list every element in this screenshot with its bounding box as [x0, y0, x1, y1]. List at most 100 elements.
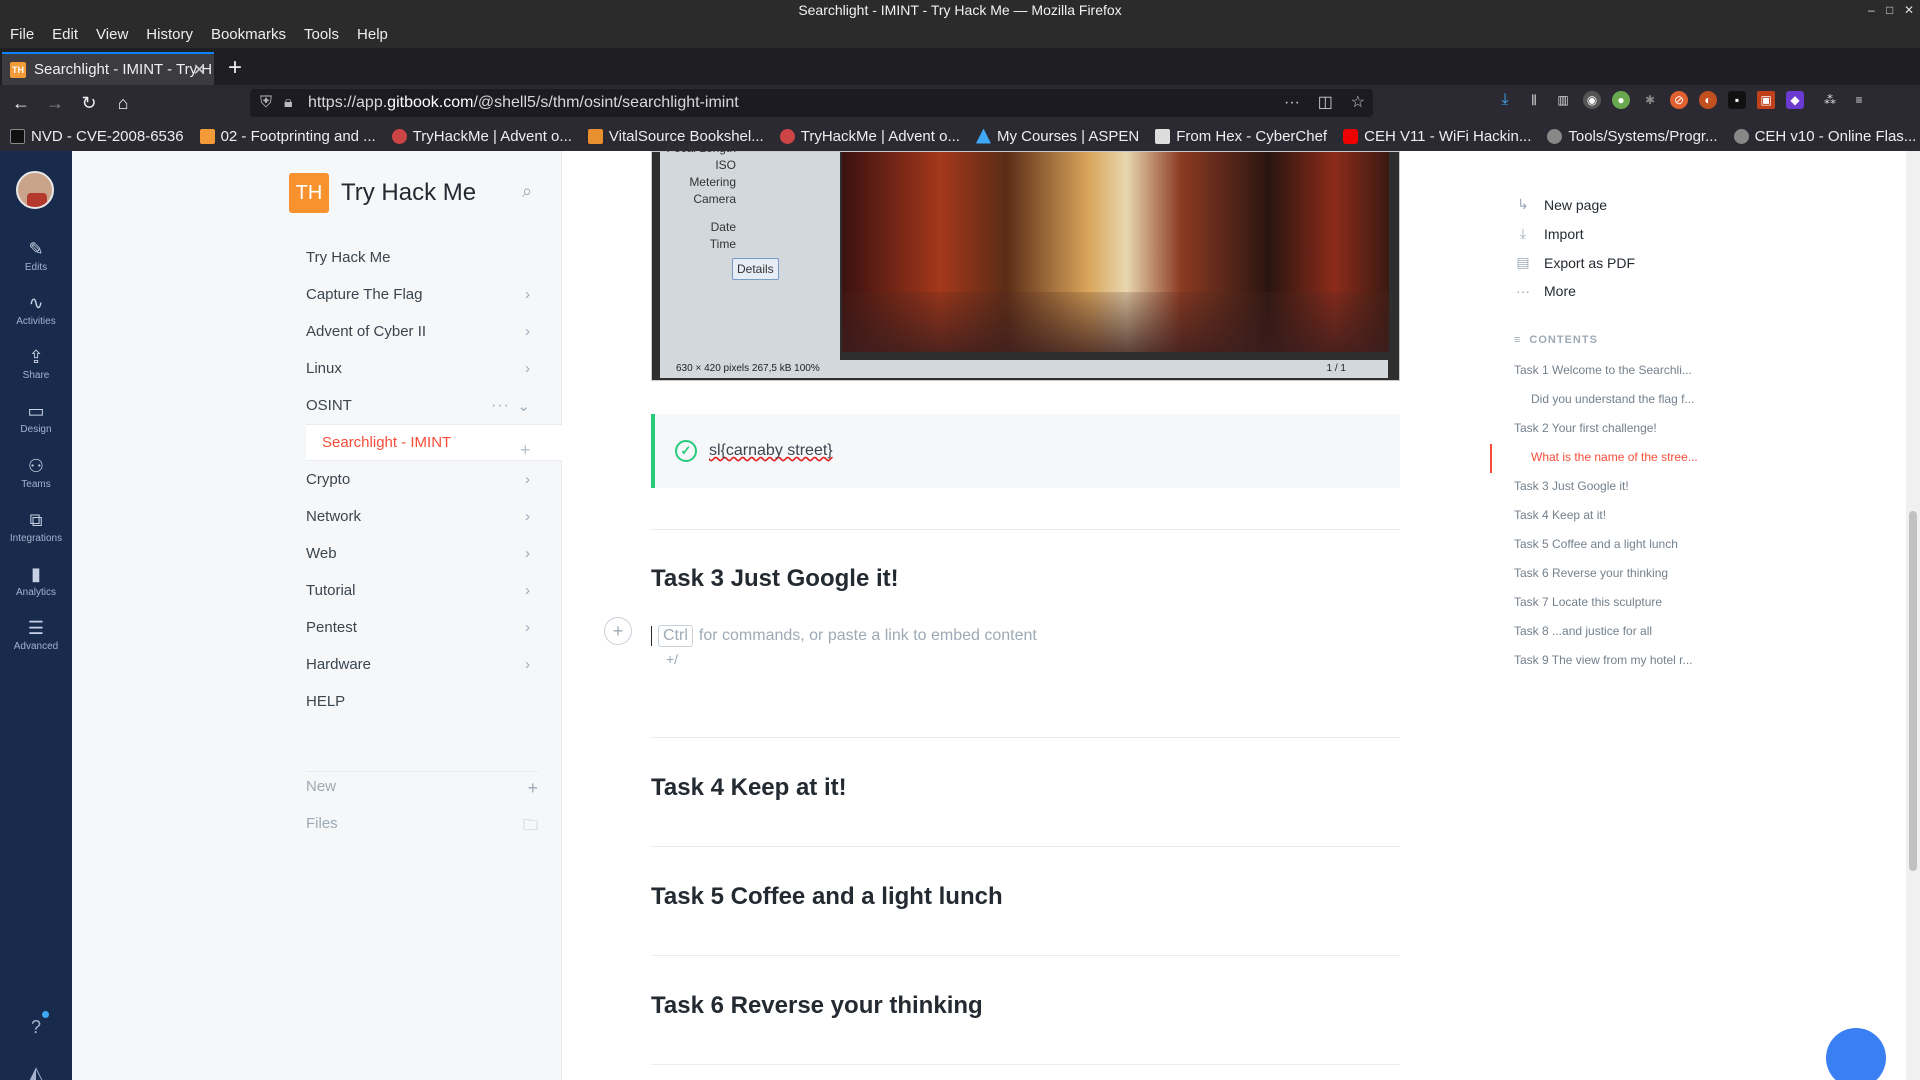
rail-design[interactable]: ▭ Design [0, 401, 72, 435]
scrollbar-thumb[interactable] [1909, 511, 1917, 871]
new-page-button[interactable]: New + [306, 778, 538, 798]
import-action[interactable]: ⤓ Import [1514, 225, 1584, 242]
new-tab-icon[interactable]: + [228, 54, 242, 82]
browser-tab[interactable]: TH Searchlight - IMINT - Try H ✕ [2, 52, 214, 85]
extension-orange-icon[interactable]: ⊘ [1670, 91, 1688, 109]
account-icon[interactable]: ◉ [1583, 91, 1601, 109]
library-icon[interactable]: ⫼ [1525, 91, 1543, 109]
menu-file[interactable]: File [10, 26, 34, 43]
hint-block[interactable]: ✓ sl{carnaby street} [651, 414, 1400, 488]
chevron-down-icon[interactable]: ⌄ [517, 397, 530, 415]
pocket-icon[interactable]: ◫ [1318, 94, 1333, 111]
nav-item-try-hack-me[interactable]: Try Hack Me [306, 239, 562, 276]
shield-icon[interactable]: ⛨ [260, 89, 272, 117]
toc-item[interactable]: Task 8 ...and justice for all [1514, 624, 1652, 638]
toc-item[interactable]: Task 3 Just Google it! [1514, 479, 1629, 493]
sidebar-icon[interactable]: ▥ [1554, 91, 1572, 109]
empty-block-editor[interactable]: Ctrl for commands, or paste a link to em… [651, 625, 1037, 647]
nav-item-osint[interactable]: OSINT ··· ⌄ [306, 387, 562, 424]
extension-green-icon[interactable]: ● [1612, 91, 1630, 109]
close-window-icon[interactable]: ✕ [1904, 0, 1914, 21]
lock-icon[interactable]: 🔒︎ [284, 89, 293, 117]
details-button[interactable]: Details [732, 258, 779, 280]
rail-analytics[interactable]: ▮ Analytics [0, 564, 72, 598]
heading-task6[interactable]: Task 6 Reverse your thinking [651, 992, 983, 1020]
nav-item-hardware[interactable]: Hardware › [306, 646, 562, 683]
bookmark-item[interactable]: CEH v10 - Online Flas... [1733, 128, 1916, 145]
toc-item[interactable]: Task 9 The view from my hotel r... [1514, 653, 1693, 667]
chevron-right-icon[interactable]: › [525, 582, 530, 599]
bookmark-item[interactable]: My Courses | ASPEN [975, 128, 1139, 145]
page-scrollbar[interactable] [1906, 151, 1920, 1080]
files-button[interactable]: Files 🗀︎ [306, 815, 538, 834]
menu-bookmarks[interactable]: Bookmarks [211, 26, 286, 43]
menu-history[interactable]: History [146, 26, 193, 43]
toc-item[interactable]: Task 7 Locate this sculpture [1514, 595, 1662, 609]
extension-purple-icon[interactable]: ◆ [1786, 91, 1804, 109]
rail-integrations[interactable]: ⧉ Integrations [0, 510, 72, 544]
bookmark-item[interactable]: From Hex - CyberChef [1155, 128, 1327, 145]
nav-item-crypto[interactable]: Crypto › [306, 461, 562, 498]
rail-activities[interactable]: ∿ Activities [0, 293, 72, 327]
heading-task5[interactable]: Task 5 Coffee and a light lunch [651, 883, 1003, 911]
chevron-right-icon[interactable]: › [525, 545, 530, 562]
add-subpage-icon[interactable]: + [520, 440, 531, 461]
export-pdf-action[interactable]: ▤ Export as PDF [1514, 254, 1635, 271]
bookmark-item[interactable]: NVD - CVE-2008-6536 [10, 128, 184, 145]
nav-item-advent-of-cyber[interactable]: Advent of Cyber II › [306, 313, 562, 350]
nav-item-web[interactable]: Web › [306, 535, 562, 572]
bookmark-star-icon[interactable]: ☆ [1351, 94, 1365, 111]
bookmark-item[interactable]: TryHackMe | Advent o... [391, 128, 572, 145]
extension-cookie-icon[interactable]: ◐ [1699, 91, 1717, 109]
toc-item[interactable]: Task 4 Keep at it! [1514, 508, 1606, 522]
menu-help[interactable]: Help [357, 26, 388, 43]
extension-puzzle-icon[interactable]: ✱ [1641, 91, 1659, 109]
back-icon[interactable]: ← [6, 93, 36, 114]
bookmark-item[interactable]: CEH V11 - WiFi Hackin... [1343, 128, 1531, 145]
downloads-icon[interactable]: ⤓ [1496, 91, 1514, 109]
bookmark-item[interactable]: TryHackMe | Advent o... [779, 128, 960, 145]
nav-item-help[interactable]: HELP [306, 683, 562, 720]
nav-item-network[interactable]: Network › [306, 498, 562, 535]
url-bar[interactable]: ⛨ 🔒︎ https://app.gitbook.com/@shell5/s/t… [250, 89, 1373, 117]
toc-item[interactable]: Task 2 Your first challenge! [1514, 421, 1657, 435]
toc-item[interactable]: Task 5 Coffee and a light lunch [1514, 537, 1678, 551]
toc-item[interactable]: Task 1 Welcome to the Searchli... [1514, 363, 1692, 377]
reload-icon[interactable]: ↻ [74, 93, 104, 114]
collapse-icon[interactable]: ◭ [0, 1063, 72, 1080]
more-options-icon[interactable]: ··· [491, 397, 510, 415]
heading-task4[interactable]: Task 4 Keep at it! [651, 774, 847, 802]
menu-tools[interactable]: Tools [304, 26, 339, 43]
toc-item[interactable]: Task 6 Reverse your thinking [1514, 566, 1668, 580]
close-tab-icon[interactable]: ✕ [193, 60, 206, 80]
chevron-right-icon[interactable]: › [525, 656, 530, 673]
extensions-icon[interactable]: ⁂ [1821, 91, 1839, 109]
rail-advanced[interactable]: ☰ Advanced [0, 618, 72, 652]
nav-item-capture-the-flag[interactable]: Capture The Flag › [306, 276, 562, 313]
heading-task3[interactable]: Task 3 Just Google it! [651, 565, 899, 593]
chevron-right-icon[interactable]: › [525, 619, 530, 636]
chevron-right-icon[interactable]: › [525, 360, 530, 377]
chevron-right-icon[interactable]: › [525, 323, 530, 340]
forward-icon[interactable]: → [40, 93, 70, 114]
hamburger-menu-icon[interactable]: ≡ [1850, 91, 1868, 109]
new-page-action[interactable]: ↳ New page [1514, 196, 1607, 213]
rail-edits[interactable]: ✎ Edits [0, 239, 72, 273]
maximize-icon[interactable]: □ [1886, 0, 1893, 21]
toc-item-active[interactable]: What is the name of the stree... [1531, 450, 1698, 464]
nav-item-tutorial[interactable]: Tutorial › [306, 572, 562, 609]
rail-share[interactable]: ⇪ Share [0, 347, 72, 381]
add-block-icon[interactable]: + [604, 617, 632, 645]
page-actions-icon[interactable]: ··· [1284, 94, 1300, 111]
chevron-right-icon[interactable]: › [525, 508, 530, 525]
avatar[interactable] [16, 171, 54, 209]
nav-item-pentest[interactable]: Pentest › [306, 609, 562, 646]
bookmark-item[interactable]: 02 - Footprinting and ... [199, 128, 376, 145]
minimize-icon[interactable]: – [1868, 0, 1875, 21]
chevron-right-icon[interactable]: › [525, 471, 530, 488]
space-header[interactable]: TH Try Hack Me [289, 173, 476, 213]
menu-edit[interactable]: Edit [52, 26, 78, 43]
more-action[interactable]: ··· More [1514, 283, 1576, 299]
extension-red-icon[interactable]: ▣ [1757, 91, 1775, 109]
nav-item-linux[interactable]: Linux › [306, 350, 562, 387]
